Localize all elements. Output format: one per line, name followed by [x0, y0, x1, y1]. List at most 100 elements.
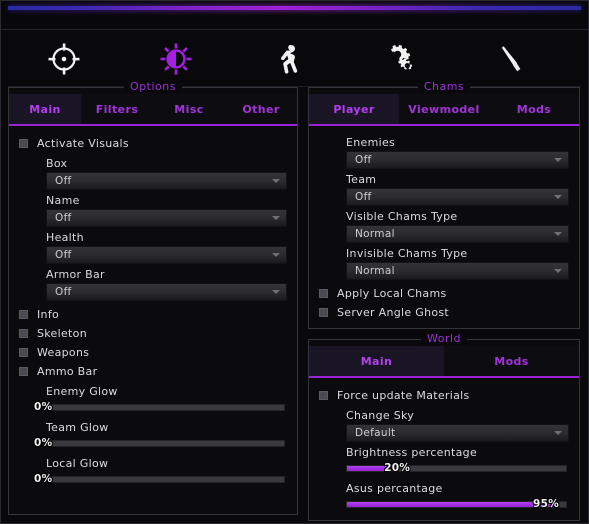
label-brightness-percentage: Brightness percentage [346, 446, 478, 459]
label-info: Info [37, 308, 60, 321]
slider-team-glow-value: 0% [34, 437, 53, 449]
slider-team-glow[interactable]: 0% [34, 436, 285, 453]
nav-player[interactable] [232, 31, 344, 86]
chams-content: Enemies Off Team Off Visible Chams Type … [309, 126, 579, 328]
world-tabstrip: Main Mods [309, 346, 579, 378]
checkbox-activate-visuals[interactable] [19, 139, 28, 148]
world-content: Force update Materials Change Sky Defaul… [309, 378, 579, 520]
slider-local-glow[interactable]: 0% [34, 472, 285, 489]
tab-chams-viewmodel[interactable]: Viewmodel [399, 94, 489, 124]
label-activate-visuals: Activate Visuals [37, 137, 129, 150]
label-enemy-glow: Enemy Glow [46, 385, 118, 398]
checkbox-row-info[interactable]: Info [19, 305, 287, 324]
checkbox-row-skeleton[interactable]: Skeleton [19, 324, 287, 343]
crosshair-icon [47, 42, 81, 76]
dropdown-health[interactable]: Off [46, 246, 287, 264]
checkbox-row-force-update-materials[interactable]: Force update Materials [319, 386, 569, 405]
right-column: Chams Player Viewmodel Mods Enemies Off … [308, 80, 580, 521]
label-visible-chams-type: Visible Chams Type [346, 210, 458, 223]
slider-local-glow-track[interactable] [49, 476, 285, 483]
chevron-down-icon [272, 253, 280, 257]
dropdown-visible-chams-type[interactable]: Normal [346, 225, 569, 243]
options-groupbox: Options Main Filters Misc Other Activate… [8, 80, 298, 515]
dropdown-invisible-chams-type[interactable]: Normal [346, 262, 569, 280]
slider-brightness-percentage[interactable]: 20% [346, 461, 567, 478]
chevron-down-icon [272, 216, 280, 220]
title-accent-bar [8, 6, 581, 10]
checkbox-row-activate-visuals[interactable]: Activate Visuals [19, 134, 287, 153]
checkbox-row-ammo-bar[interactable]: Ammo Bar [19, 362, 287, 381]
dropdown-box[interactable]: Off [46, 172, 287, 190]
dropdown-team[interactable]: Off [346, 188, 569, 206]
nav-settings[interactable] [344, 31, 456, 86]
dropdown-change-sky[interactable]: Default [346, 424, 569, 442]
label-local-glow: Local Glow [46, 457, 109, 470]
dropdown-armor-bar[interactable]: Off [46, 283, 287, 301]
gears-icon [383, 42, 417, 76]
tab-options-misc[interactable]: Misc [153, 94, 225, 124]
label-server-angle-ghost: Server Angle Ghost [337, 306, 450, 319]
dropdown-enemies[interactable]: Off [346, 151, 569, 169]
dropdown-armor-bar-value: Off [55, 286, 72, 298]
nav-skins[interactable] [456, 31, 568, 86]
world-groupbox: World Main Mods Force update Materials C… [308, 332, 580, 521]
slider-asus-value: 95% [533, 498, 560, 510]
options-column: Options Main Filters Misc Other Activate… [8, 80, 298, 515]
checkbox-info[interactable] [19, 310, 28, 319]
slider-enemy-glow[interactable]: 0% [34, 400, 285, 417]
tab-world-mods[interactable]: Mods [444, 346, 579, 376]
options-content: Activate Visuals Box Off Name Off Health [9, 126, 297, 495]
label-name: Name [46, 194, 80, 207]
tab-options-main[interactable]: Main [9, 94, 81, 124]
checkbox-weapons[interactable] [19, 348, 28, 357]
dropdown-box-value: Off [55, 175, 72, 187]
checkbox-apply-local-chams[interactable] [319, 289, 328, 298]
chevron-down-icon [554, 195, 562, 199]
checkbox-row-weapons[interactable]: Weapons [19, 343, 287, 362]
checkbox-row-server-angle-ghost[interactable]: Server Angle Ghost [319, 303, 569, 322]
dropdown-name-value: Off [55, 212, 72, 224]
chevron-down-icon [272, 179, 280, 183]
nav-visuals[interactable] [120, 31, 232, 86]
dropdown-enemies-value: Off [355, 154, 372, 166]
checkbox-server-angle-ghost[interactable] [319, 308, 328, 317]
label-team-glow: Team Glow [46, 421, 109, 434]
label-change-sky: Change Sky [346, 409, 415, 422]
player-silhouette-icon [271, 42, 305, 76]
label-health: Health [46, 231, 84, 244]
checkbox-row-apply-local-chams[interactable]: Apply Local Chams [319, 284, 569, 303]
label-weapons: Weapons [37, 346, 90, 359]
dropdown-visible-chams-type-value: Normal [355, 228, 395, 240]
slider-brightness-track[interactable] [346, 465, 567, 472]
slider-team-glow-track[interactable] [49, 440, 285, 447]
checkbox-skeleton[interactable] [19, 329, 28, 338]
label-asus-percantage: Asus percantage [346, 482, 443, 495]
label-apply-local-chams: Apply Local Chams [337, 287, 447, 300]
tab-options-filters[interactable]: Filters [81, 94, 153, 124]
world-group-legend: World [309, 332, 579, 345]
slider-enemy-glow-value: 0% [34, 401, 53, 413]
dropdown-health-value: Off [55, 249, 72, 261]
title-bar [1, 1, 588, 30]
slider-asus-percantage[interactable]: 95% [346, 497, 567, 514]
slider-enemy-glow-track[interactable] [49, 404, 285, 411]
dropdown-invisible-chams-type-value: Normal [355, 265, 395, 277]
checkbox-force-update-materials[interactable] [319, 391, 328, 400]
checkbox-ammo-bar[interactable] [19, 367, 28, 376]
dropdown-team-value: Off [355, 191, 372, 203]
label-ammo-bar: Ammo Bar [37, 365, 98, 378]
chams-tabstrip: Player Viewmodel Mods [309, 94, 579, 126]
slider-local-glow-value: 0% [34, 473, 53, 485]
label-armor-bar: Armor Bar [46, 268, 105, 281]
nav-aimbot[interactable] [8, 31, 120, 86]
tab-options-other[interactable]: Other [225, 94, 297, 124]
icon-navigation-bar [8, 31, 581, 87]
tab-chams-mods[interactable]: Mods [489, 94, 579, 124]
chevron-down-icon [554, 232, 562, 236]
dropdown-name[interactable]: Off [46, 209, 287, 227]
dropdown-change-sky-value: Default [355, 427, 396, 439]
knife-icon [495, 42, 529, 76]
brightness-sun-icon [159, 42, 193, 76]
tab-world-main[interactable]: Main [309, 346, 444, 376]
tab-chams-player[interactable]: Player [309, 94, 399, 124]
